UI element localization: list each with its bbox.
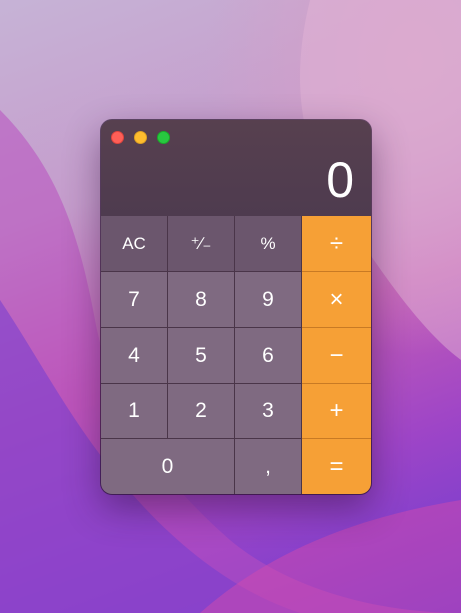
percent-button[interactable]: % xyxy=(235,216,302,272)
clear-button[interactable]: AC xyxy=(101,216,168,272)
digit-0-button[interactable]: 0 xyxy=(101,439,235,494)
digit-6-button[interactable]: 6 xyxy=(235,328,302,384)
digit-8-button[interactable]: 8 xyxy=(168,272,235,328)
zoom-button[interactable] xyxy=(157,131,170,144)
divide-button[interactable]: ÷ xyxy=(302,216,371,272)
digit-7-button[interactable]: 7 xyxy=(101,272,168,328)
equals-button[interactable]: = xyxy=(302,439,371,494)
calculator-window: 0 AC ⁺∕₋ % ÷ 7 8 9 × 4 5 6 − 1 2 3 + 0 ,… xyxy=(101,120,371,494)
digit-3-button[interactable]: 3 xyxy=(235,384,302,439)
keypad: AC ⁺∕₋ % ÷ 7 8 9 × 4 5 6 − 1 2 3 + 0 , = xyxy=(101,216,371,494)
add-button[interactable]: + xyxy=(302,384,371,439)
sign-toggle-button[interactable]: ⁺∕₋ xyxy=(168,216,235,272)
digit-1-button[interactable]: 1 xyxy=(101,384,168,439)
titlebar: 0 xyxy=(101,120,371,216)
decimal-button[interactable]: , xyxy=(235,439,302,494)
digit-2-button[interactable]: 2 xyxy=(168,384,235,439)
subtract-button[interactable]: − xyxy=(302,328,371,384)
digit-4-button[interactable]: 4 xyxy=(101,328,168,384)
digit-9-button[interactable]: 9 xyxy=(235,272,302,328)
close-button[interactable] xyxy=(111,131,124,144)
minimize-button[interactable] xyxy=(134,131,147,144)
result-display: 0 xyxy=(326,152,354,208)
digit-5-button[interactable]: 5 xyxy=(168,328,235,384)
multiply-button[interactable]: × xyxy=(302,272,371,328)
